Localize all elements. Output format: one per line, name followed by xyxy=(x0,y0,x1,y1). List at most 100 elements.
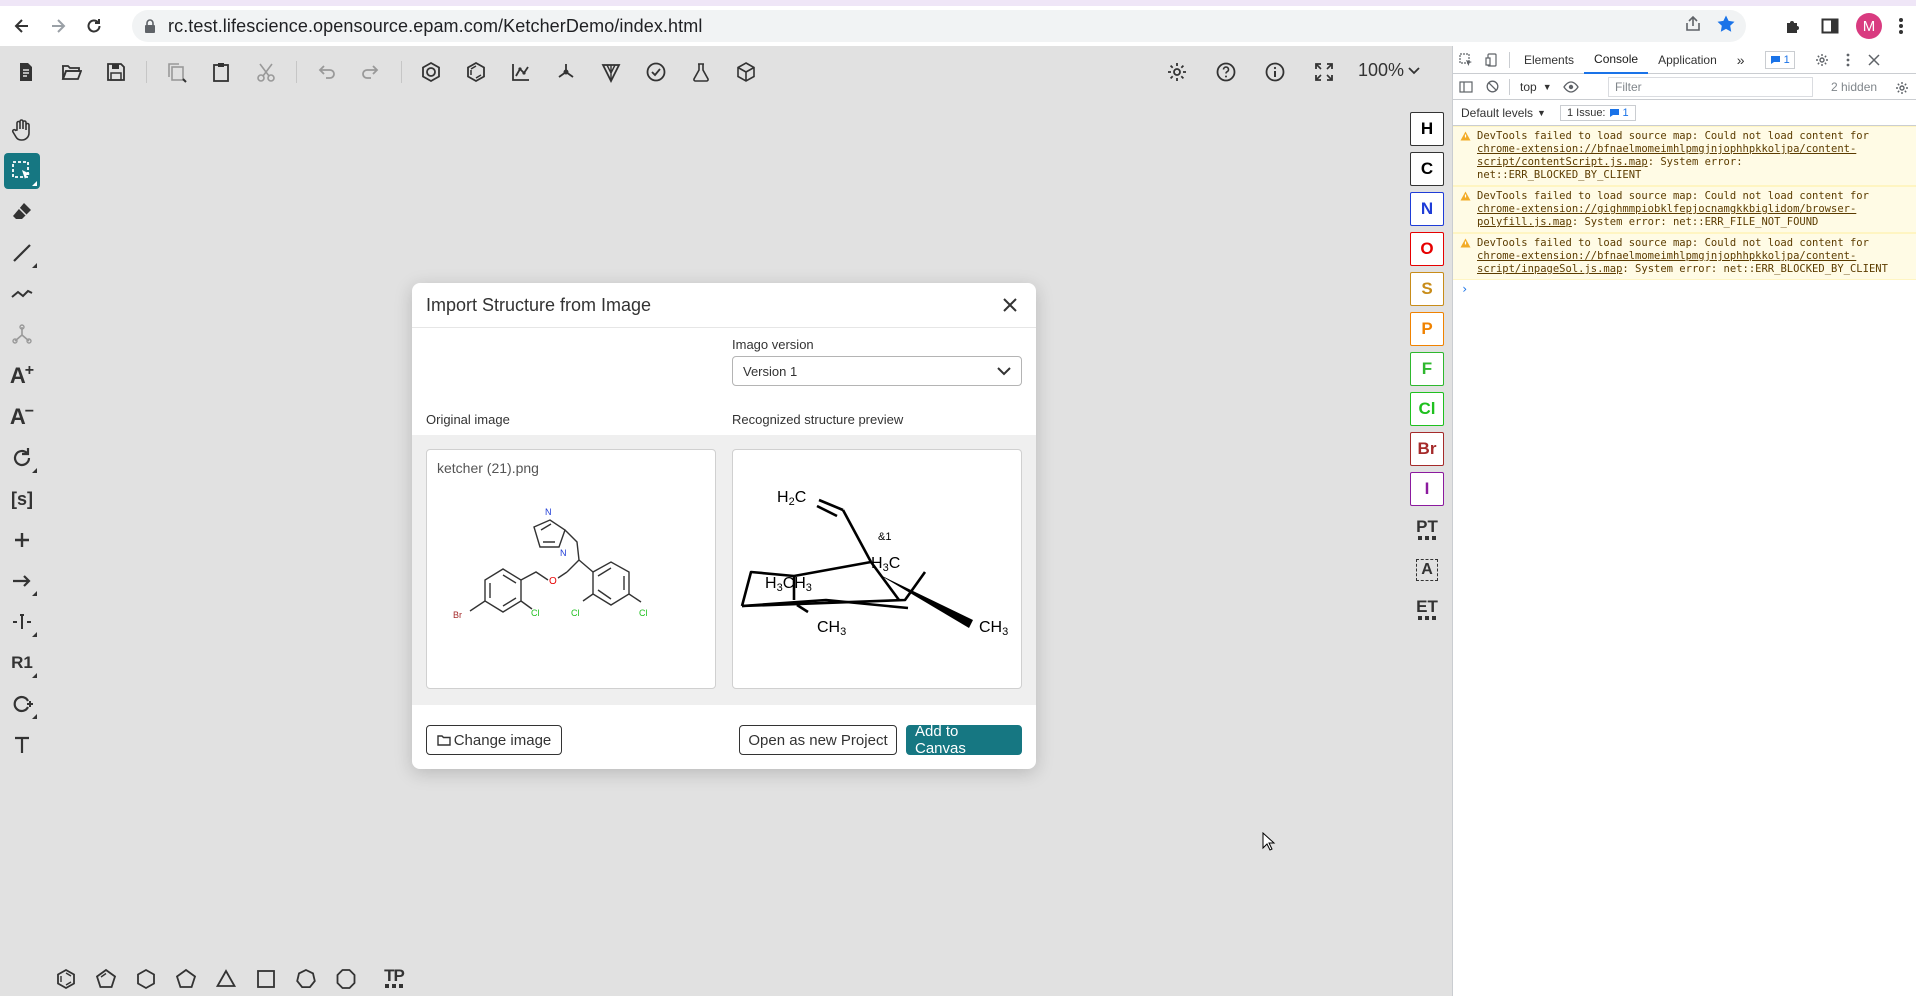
charge-plus-button[interactable]: A + xyxy=(4,358,40,394)
close-button[interactable] xyxy=(998,293,1022,317)
zoom-dropdown[interactable]: 100% xyxy=(1358,60,1420,81)
tab-application[interactable]: Application xyxy=(1648,46,1727,74)
profile-avatar[interactable]: M xyxy=(1856,13,1882,39)
cyclohexane-template-button[interactable] xyxy=(132,965,160,993)
issues-badge[interactable]: 1 xyxy=(1764,50,1795,69)
check-structure-button[interactable] xyxy=(638,54,674,90)
atom-o-button[interactable]: O xyxy=(1410,232,1444,266)
device-toggle-icon[interactable] xyxy=(1479,46,1505,74)
add-to-canvas-button[interactable]: Add to Canvas xyxy=(906,723,1022,757)
atom-f-button[interactable]: F xyxy=(1410,352,1444,386)
extended-table-button[interactable]: ET xyxy=(1410,592,1444,628)
transform-tool-button[interactable] xyxy=(4,440,40,476)
inspect-element-icon[interactable] xyxy=(1453,46,1479,74)
copy-button[interactable] xyxy=(158,54,194,90)
atom-h-button[interactable]: H xyxy=(1410,112,1444,146)
save-button[interactable] xyxy=(98,54,134,90)
calculate-cip-button[interactable] xyxy=(593,54,629,90)
change-image-button[interactable]: Change image xyxy=(426,725,562,755)
sgroup-tool-button[interactable]: [s] xyxy=(4,481,40,517)
live-expression-eye-icon[interactable] xyxy=(1558,73,1584,101)
clipboard-icon xyxy=(213,63,229,82)
arrow-tool-button[interactable] xyxy=(4,563,40,599)
about-button[interactable] xyxy=(1257,54,1293,90)
cycloheptane-template-button[interactable] xyxy=(292,965,320,993)
redo-button[interactable] xyxy=(353,54,389,90)
log-levels-dropdown[interactable]: Default levels xyxy=(1461,106,1533,120)
aromatize-button[interactable] xyxy=(413,54,449,90)
extensions-puzzle-icon[interactable] xyxy=(1784,16,1804,36)
console-filter-input[interactable]: Filter xyxy=(1608,77,1813,97)
bookmark-star-icon[interactable] xyxy=(1716,14,1736,34)
address-bar[interactable]: rc.test.lifescience.opensource.epam.com/… xyxy=(132,10,1746,42)
clean-up-button[interactable] xyxy=(548,54,584,90)
clear-console-icon[interactable] xyxy=(1479,73,1505,101)
atom-c-button[interactable]: C xyxy=(1410,152,1444,186)
devtools-close-icon[interactable] xyxy=(1861,46,1887,74)
context-select[interactable]: top xyxy=(1520,80,1537,94)
reload-button[interactable] xyxy=(80,12,108,40)
forward-button[interactable] xyxy=(44,12,72,40)
hand-tool-button[interactable] xyxy=(4,112,40,148)
browser-menu-icon[interactable] xyxy=(1898,16,1904,36)
top-toolbar: 100% xyxy=(0,46,1452,98)
console-prompt[interactable]: › xyxy=(1453,280,1916,298)
console-settings-icon[interactable] xyxy=(1889,74,1915,102)
devtools-settings-icon[interactable] xyxy=(1809,46,1835,74)
atom-cl-button[interactable]: Cl xyxy=(1410,392,1444,426)
settings-button[interactable] xyxy=(1159,54,1195,90)
issues-count: 1 xyxy=(1622,106,1629,119)
tab-elements[interactable]: Elements xyxy=(1514,46,1584,74)
dearomatize-button[interactable] xyxy=(458,54,494,90)
sidebar-toggle-icon[interactable] xyxy=(1453,73,1479,101)
atom-i-button[interactable]: I xyxy=(1410,472,1444,506)
select-tool-button[interactable] xyxy=(4,153,40,189)
atom-br-button[interactable]: Br xyxy=(1410,432,1444,466)
monomer-tool-button[interactable] xyxy=(4,317,40,353)
bond-tool-button[interactable] xyxy=(4,235,40,271)
open-button[interactable] xyxy=(53,54,89,90)
layout-button[interactable] xyxy=(503,54,539,90)
fullscreen-button[interactable] xyxy=(1306,54,1342,90)
open-new-project-button[interactable]: Open as new Project xyxy=(739,725,897,755)
calculated-values-button[interactable] xyxy=(683,54,719,90)
submenu-indicator xyxy=(32,591,37,596)
3d-viewer-button[interactable] xyxy=(728,54,764,90)
submenu-indicator xyxy=(32,673,37,678)
chain-tool-button[interactable] xyxy=(4,276,40,312)
cyclobutane-template-button[interactable] xyxy=(252,965,280,993)
issues-link[interactable]: 1 Issue: 1 xyxy=(1559,104,1636,121)
help-button[interactable] xyxy=(1208,54,1244,90)
periodic-table-button[interactable]: PT xyxy=(1410,512,1444,548)
tab-console[interactable]: Console xyxy=(1584,46,1649,74)
cyclopropane-template-button[interactable] xyxy=(212,965,240,993)
paste-button[interactable] xyxy=(203,54,239,90)
cyclopentadiene-template-button[interactable] xyxy=(92,965,120,993)
atom-p-button[interactable]: P xyxy=(1410,312,1444,346)
side-panel-icon[interactable] xyxy=(1820,16,1840,36)
devtools-menu-icon[interactable] xyxy=(1835,46,1861,74)
triangle-icon xyxy=(215,969,237,987)
shape-tool-button[interactable] xyxy=(4,686,40,722)
atom-n-button[interactable]: N xyxy=(1410,192,1444,226)
atom-s-button[interactable]: S xyxy=(1410,272,1444,306)
template-library-button[interactable]: TP xyxy=(384,967,405,989)
cyclopentane-template-button[interactable] xyxy=(172,965,200,993)
imago-version-select[interactable]: Version 1 xyxy=(732,356,1022,386)
undo-button[interactable] xyxy=(308,54,344,90)
cyclooctane-template-button[interactable] xyxy=(332,965,360,993)
plus-tool-button[interactable] xyxy=(4,522,40,558)
aromatize-icon xyxy=(422,61,440,83)
share-icon[interactable] xyxy=(1684,15,1702,33)
text-tool-button[interactable] xyxy=(4,727,40,763)
more-tabs-button[interactable]: » xyxy=(1727,46,1755,74)
benzene-template-button[interactable] xyxy=(52,965,80,993)
erase-tool-button[interactable] xyxy=(4,194,40,230)
rgroup-tool-button[interactable]: R1 xyxy=(4,645,40,681)
any-atom-button[interactable]: A xyxy=(1410,552,1444,588)
cut-button[interactable] xyxy=(248,54,284,90)
back-button[interactable] xyxy=(8,12,36,40)
mapping-tool-button[interactable] xyxy=(4,604,40,640)
charge-minus-button[interactable]: A − xyxy=(4,399,40,435)
new-file-button[interactable] xyxy=(8,54,44,90)
